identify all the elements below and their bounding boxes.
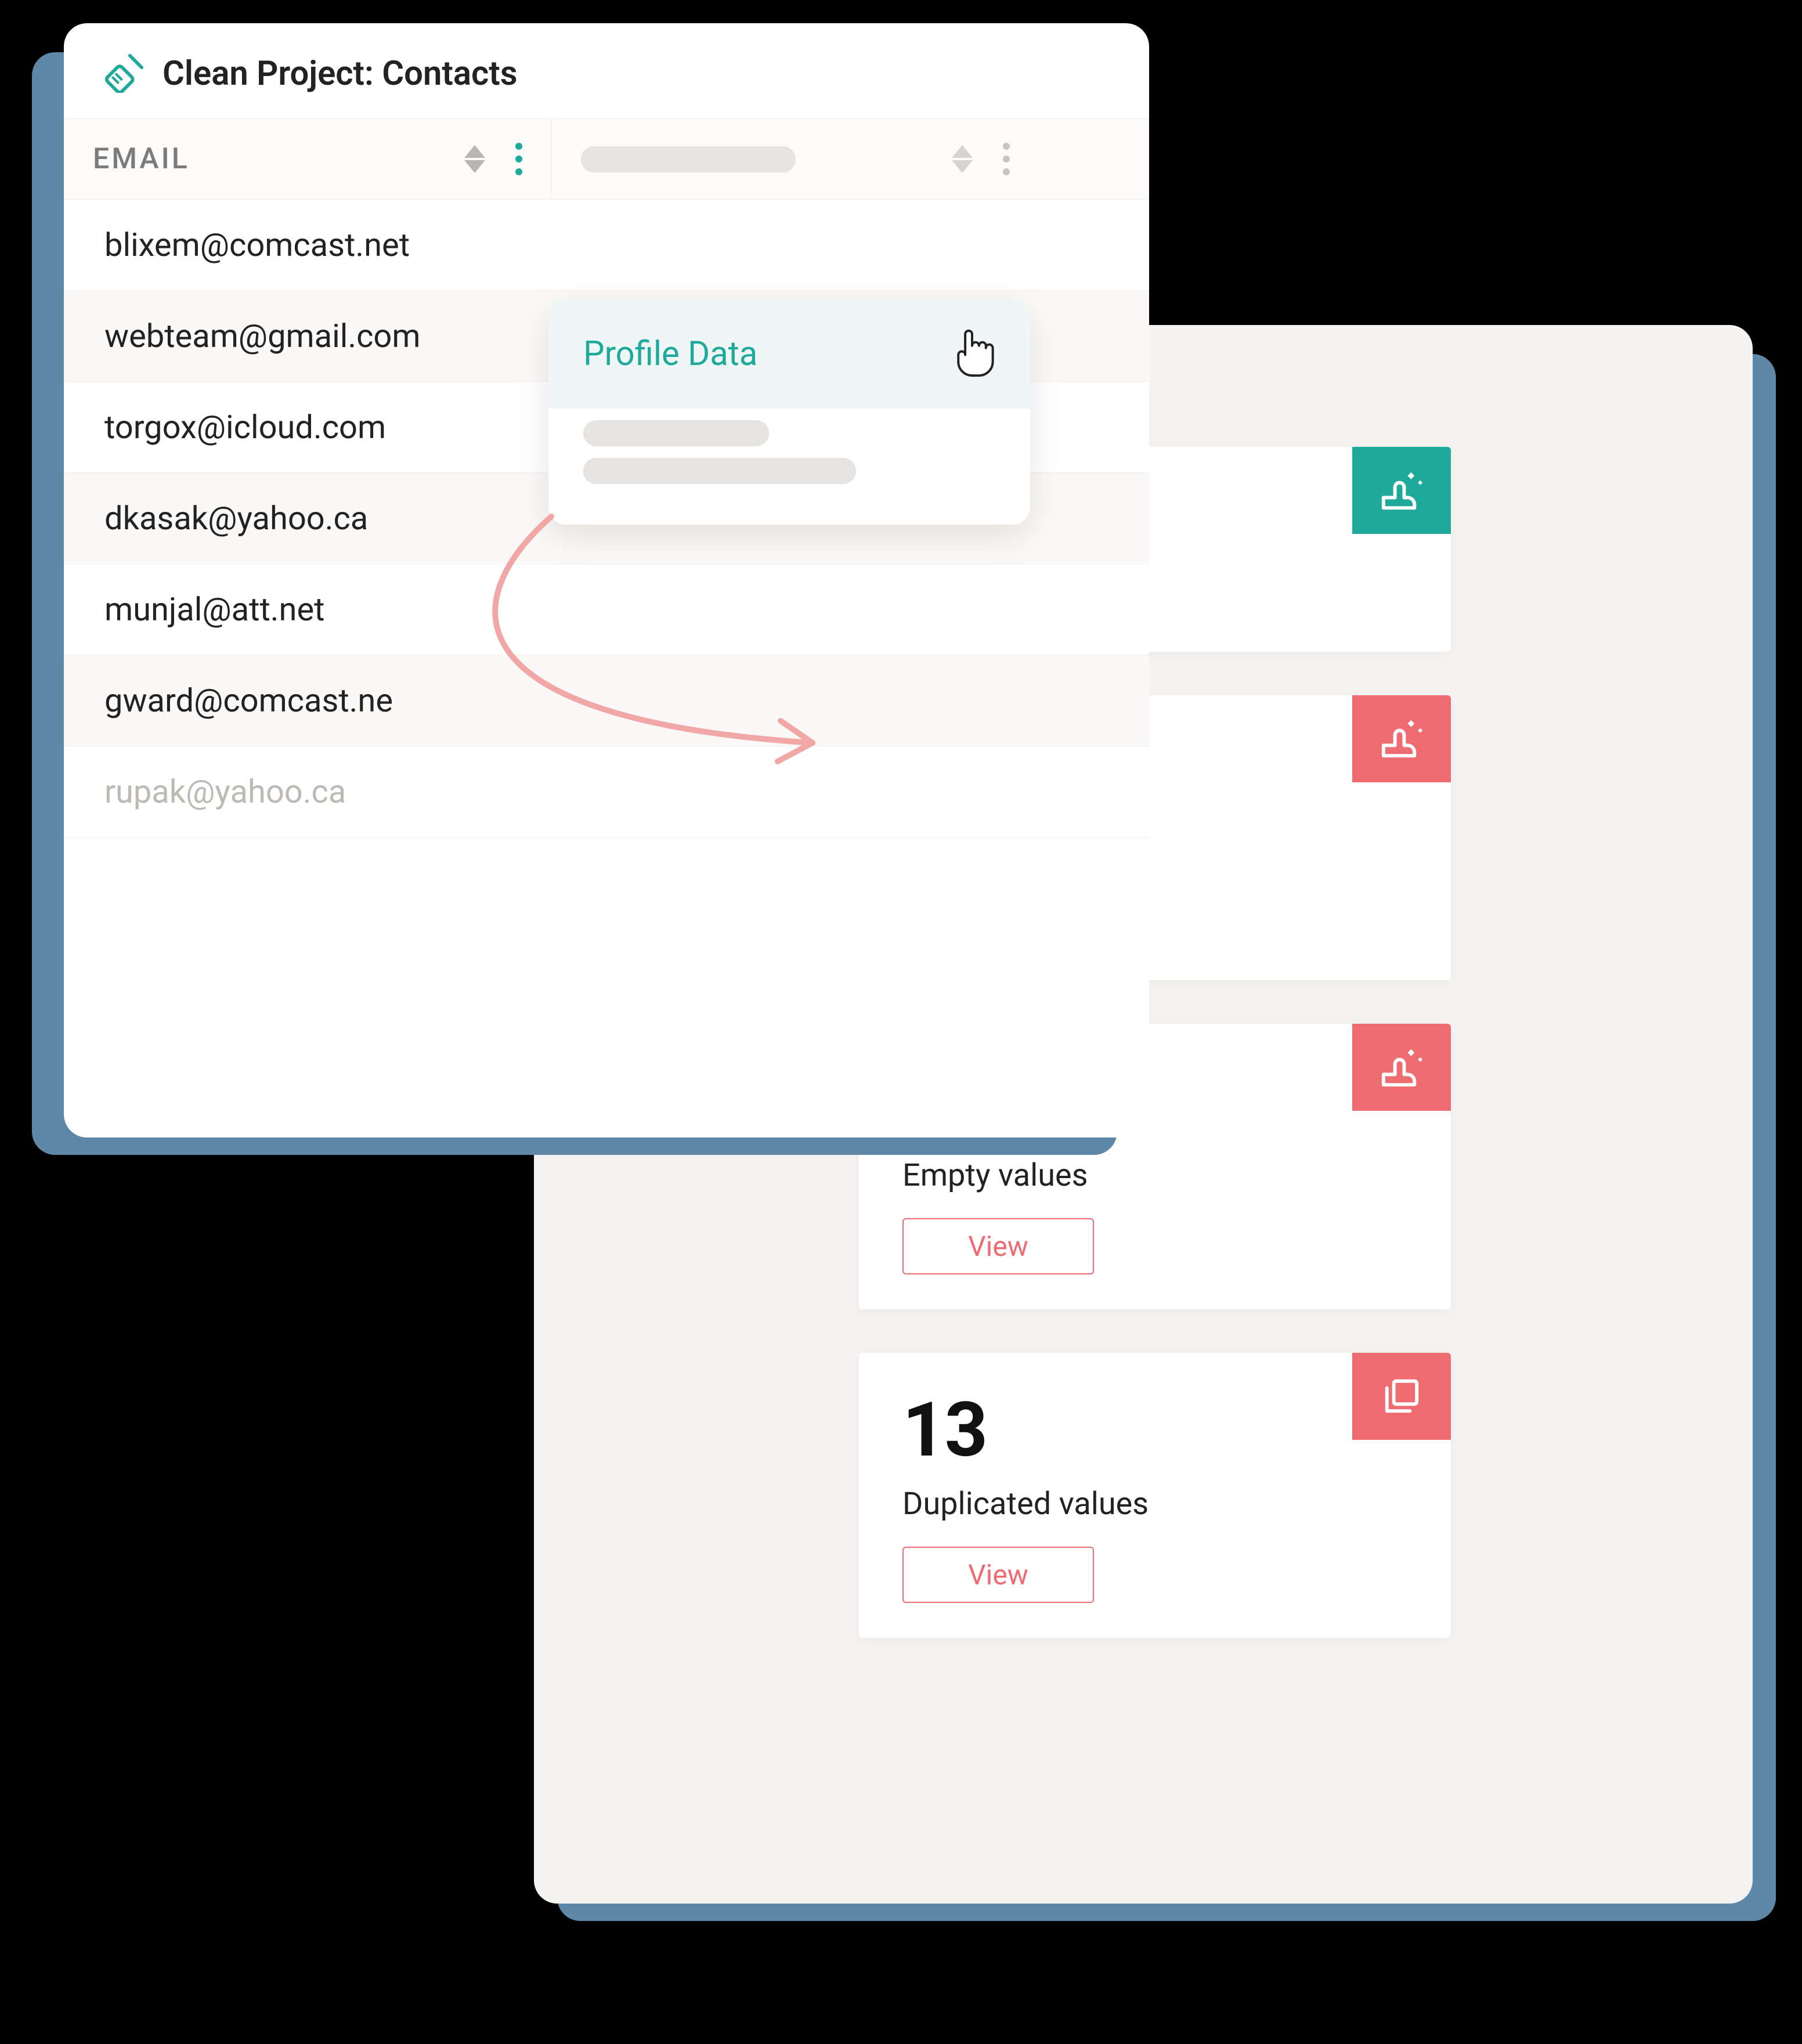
- sort-icon[interactable]: [464, 145, 485, 173]
- table-row[interactable]: rupak@yahoo.ca: [64, 746, 1149, 837]
- kebab-icon[interactable]: [1003, 143, 1010, 175]
- column-header-email[interactable]: EMAIL: [64, 119, 551, 199]
- cell-email: dkasak@yahoo.ca: [104, 499, 368, 537]
- table-row[interactable]: blixem@comcast.net: [64, 200, 1149, 291]
- view-button[interactable]: View: [902, 1547, 1094, 1603]
- pointer-cursor-icon: [949, 325, 995, 382]
- panel-title-row: Clean Project: Contacts: [64, 23, 1149, 118]
- placeholder-pill: [581, 146, 796, 172]
- card-label: Duplicated values: [902, 1486, 1407, 1522]
- cell-email: torgox@icloud.com: [104, 408, 386, 446]
- sort-icon[interactable]: [952, 145, 973, 173]
- cell-email: rupak@yahoo.ca: [104, 772, 346, 811]
- hand-sparkle-icon: [1352, 1024, 1451, 1111]
- card-value: 13: [902, 1391, 1407, 1470]
- card-duplicated-values: 13 Duplicated values View: [859, 1353, 1451, 1638]
- table-row[interactable]: munjal@att.net: [64, 564, 1149, 655]
- cell-email: blixem@comcast.net: [104, 226, 410, 264]
- panel-title: Clean Project: Contacts: [162, 54, 518, 93]
- menu-item-profile-data[interactable]: Profile Data: [548, 299, 1030, 409]
- broom-icon: [104, 52, 145, 95]
- menu-item-placeholder[interactable]: [583, 458, 856, 484]
- hand-sparkle-icon: [1352, 695, 1451, 782]
- menu-item-placeholder[interactable]: [583, 420, 769, 446]
- table-header: EMAIL: [64, 118, 1149, 200]
- column-header-placeholder[interactable]: [551, 119, 1039, 199]
- cell-email: webteam@gmail.com: [104, 317, 420, 355]
- hand-sparkle-icon: [1352, 447, 1451, 534]
- card-label: Empty values: [902, 1157, 1407, 1194]
- cell-email: munjal@att.net: [104, 590, 324, 629]
- table-panel: Clean Project: Contacts EMAIL blixem@com…: [64, 23, 1149, 1137]
- menu-item-label: Profile Data: [583, 334, 757, 374]
- kebab-icon[interactable]: [515, 143, 522, 175]
- cell-email: gward@comcast.ne: [104, 681, 393, 720]
- column-menu-popover: Profile Data: [548, 299, 1030, 525]
- table-row[interactable]: gward@comcast.ne: [64, 655, 1149, 746]
- stack-icon: [1352, 1353, 1451, 1440]
- column-label: EMAIL: [93, 142, 190, 176]
- view-button[interactable]: View: [902, 1218, 1094, 1274]
